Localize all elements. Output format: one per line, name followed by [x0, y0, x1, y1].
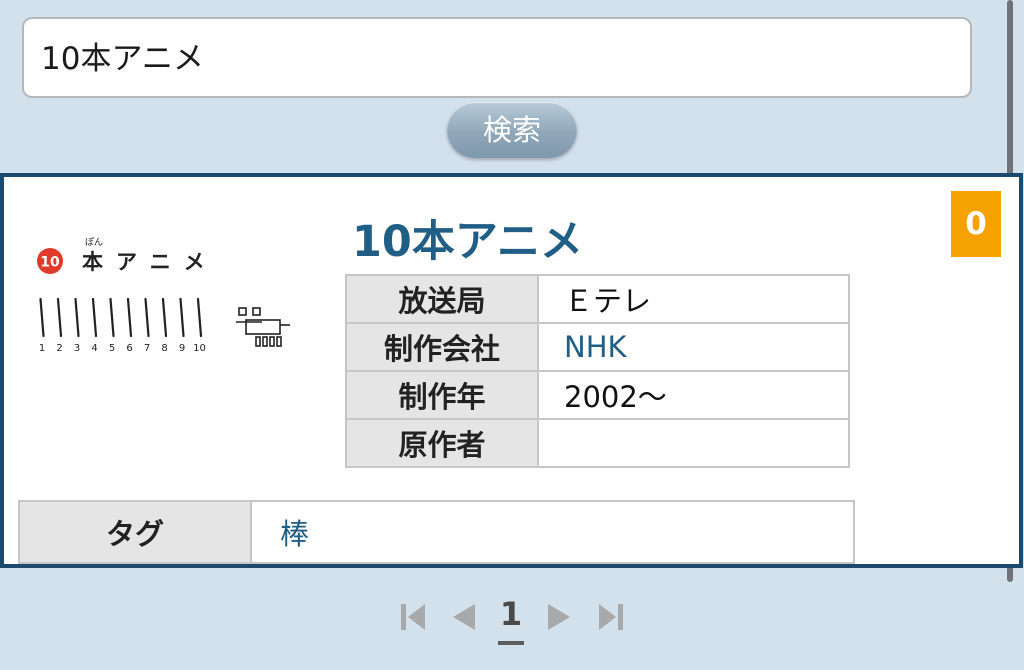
search-button[interactable]: 検索: [447, 102, 577, 158]
tally-number: 1: [39, 343, 45, 354]
tally-mark: [144, 297, 150, 338]
tally-mark: [109, 297, 115, 338]
tally-number: 4: [91, 343, 97, 354]
tally-mark: [161, 297, 168, 338]
last-page-icon[interactable]: [597, 601, 625, 633]
current-page-number[interactable]: 1: [497, 595, 525, 633]
tags-table: タグ 棒: [18, 500, 855, 564]
tally-mark: [56, 297, 63, 338]
tally-mark: [39, 297, 45, 338]
info-table: 放送局 Ｅテレ 制作会社 NHK 制作年 2002～ 原作者: [345, 274, 850, 468]
tally-number: 6: [126, 343, 132, 354]
page: 10本アニメ 検索 10 ぽん 本アニメ 1 2 3 4 5 6 7 8 9 10: [0, 0, 1024, 670]
studio-link[interactable]: NHK: [564, 330, 627, 364]
tally-mark: [91, 297, 98, 338]
logo-tally-numbers: 1 2 3 4 5 6 7 8 9 10: [39, 343, 206, 354]
tags-row: タグ 棒: [18, 500, 855, 564]
tally-mark: [126, 297, 133, 338]
tally-number: 2: [56, 343, 62, 354]
info-value-author: [537, 418, 850, 468]
first-page-icon[interactable]: [399, 601, 427, 633]
tags-label: タグ: [18, 500, 252, 564]
tags-value: 棒: [250, 500, 855, 564]
current-page-underline: [498, 641, 524, 645]
info-value-year: 2002～: [537, 370, 850, 420]
count-badge: 0: [951, 191, 1001, 257]
info-label-station: 放送局: [345, 274, 539, 324]
info-row-station: 放送局 Ｅテレ: [345, 274, 850, 324]
pagination: 1: [0, 595, 1024, 655]
tally-mark: [179, 297, 185, 338]
info-label-author: 原作者: [345, 418, 539, 468]
tally-mark: [196, 297, 203, 338]
logo-badge-text: 10: [40, 255, 60, 271]
tally-number: 9: [179, 343, 185, 354]
tally-number: 5: [109, 343, 115, 354]
prev-page-icon[interactable]: [449, 601, 477, 633]
info-label-year: 制作年: [345, 370, 539, 420]
result-title[interactable]: 10本アニメ: [352, 207, 583, 269]
tally-number: 3: [74, 343, 80, 354]
tally-number: 10: [193, 343, 206, 354]
info-row-author: 原作者: [345, 418, 850, 468]
anime-logo: 10 ぽん 本アニメ 1 2 3 4 5 6 7 8 9 10: [37, 237, 290, 354]
logo-furigana: ぽん: [85, 237, 103, 248]
info-row-studio: 制作会社 NHK: [345, 322, 850, 372]
tally-number: 7: [144, 343, 150, 354]
result-card: 10 ぽん 本アニメ 1 2 3 4 5 6 7 8 9 10 10本アニメ 0…: [0, 173, 1023, 568]
info-label-studio: 制作会社: [345, 322, 539, 372]
logo-dog-doodle: [236, 307, 290, 347]
search-input[interactable]: 10本アニメ: [22, 17, 972, 98]
next-page-icon[interactable]: [546, 601, 574, 633]
tag-link[interactable]: 棒: [280, 517, 309, 551]
logo-tally-marks: [39, 297, 203, 338]
info-value-station: Ｅテレ: [537, 274, 850, 324]
logo-name: 本アニメ: [82, 250, 218, 274]
info-value-studio: NHK: [537, 322, 850, 372]
tally-number: 8: [161, 343, 167, 354]
info-row-year: 制作年 2002～: [345, 370, 850, 420]
tally-mark: [74, 297, 80, 338]
